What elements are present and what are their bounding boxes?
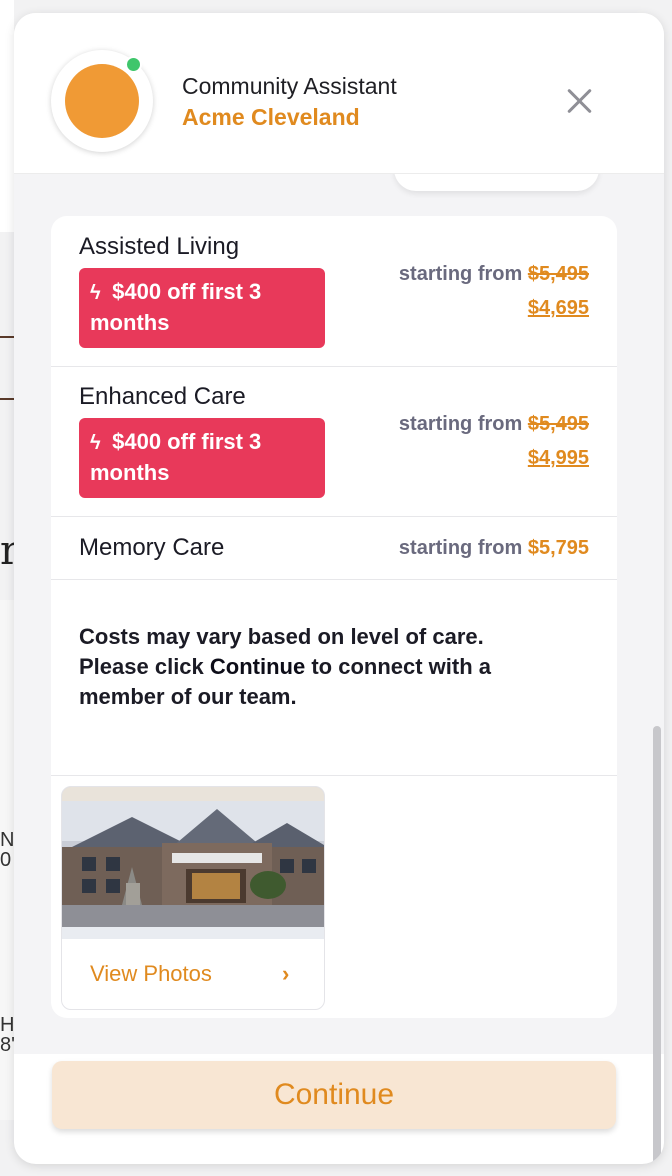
- original-price: $5,495: [527, 413, 589, 435]
- avatar: [51, 50, 153, 152]
- care-option-memory-care: Memory Care starting from $5,795: [51, 516, 617, 580]
- promo-badge: ϟ $400 off first 3 months: [79, 418, 325, 498]
- community-assistant-widget: Community Assistant Acme Cleveland Assis…: [14, 13, 664, 1164]
- promo-text-line2: months: [90, 460, 170, 485]
- section-divider: [51, 775, 617, 776]
- background-map-label: N 0: [0, 829, 15, 871]
- widget-header: Community Assistant Acme Cleveland: [14, 13, 664, 174]
- price-line: starting from $5,495: [399, 263, 589, 286]
- assistant-title: Community Assistant: [182, 73, 397, 99]
- chevron-right-icon: ›: [282, 961, 290, 986]
- scrollbar[interactable]: [653, 726, 661, 1164]
- promo-text-line2: months: [90, 310, 170, 335]
- background-header: [0, 0, 14, 52]
- starting-from-label: starting from: [398, 263, 523, 285]
- online-status-icon: [125, 56, 142, 73]
- pricing-card: Assisted Living ϟ $400 off first 3 month…: [51, 216, 617, 1018]
- care-option-assisted-living: Assisted Living ϟ $400 off first 3 month…: [51, 216, 617, 367]
- community-photo: [62, 787, 324, 939]
- background-divider: [0, 398, 14, 400]
- original-price: $5,495: [527, 263, 589, 285]
- care-option-name: Enhanced Care: [79, 383, 246, 410]
- cost-disclaimer: Costs may vary based on level of care. P…: [79, 622, 589, 712]
- background-divider: [0, 336, 14, 338]
- background-panel: [0, 52, 14, 232]
- discounted-price-link[interactable]: $4,695: [528, 297, 589, 320]
- care-option-enhanced-care: Enhanced Care ϟ $400 off first 3 months …: [51, 366, 617, 517]
- price-line: starting from $5,495: [399, 413, 589, 436]
- promo-badge: ϟ $400 off first 3 months: [79, 268, 325, 348]
- price-line: starting from $5,795: [399, 537, 589, 560]
- view-photos-link[interactable]: View Photos: [90, 961, 212, 987]
- disclaimer-line1: Costs may vary based on level of care.: [79, 624, 484, 649]
- photos-card[interactable]: View Photos ›: [61, 786, 325, 1010]
- promo-text-line1: $400 off first 3: [112, 279, 262, 304]
- care-option-name: Memory Care: [79, 534, 225, 561]
- discounted-price-link[interactable]: $4,995: [528, 447, 589, 470]
- promo-text-line1: $400 off first 3: [112, 429, 262, 454]
- starting-from-label: starting from: [398, 413, 523, 435]
- disclaimer-line2-suffix: to connect with a: [305, 654, 492, 679]
- disclaimer-continue-emphasis: Continue: [209, 654, 306, 679]
- close-icon[interactable]: [562, 83, 596, 117]
- lightning-icon: ϟ: [90, 432, 101, 454]
- community-name: Acme Cleveland: [182, 104, 360, 130]
- starting-from-label: starting from: [398, 537, 523, 559]
- disclaimer-line2-prefix: Please click: [79, 654, 210, 679]
- price: $5,795: [527, 537, 589, 559]
- care-option-name: Assisted Living: [79, 233, 240, 260]
- avatar-image: [65, 64, 139, 138]
- continue-button[interactable]: Continue: [52, 1061, 616, 1129]
- lightning-icon: ϟ: [90, 282, 101, 304]
- disclaimer-line3: member of our team.: [79, 684, 297, 709]
